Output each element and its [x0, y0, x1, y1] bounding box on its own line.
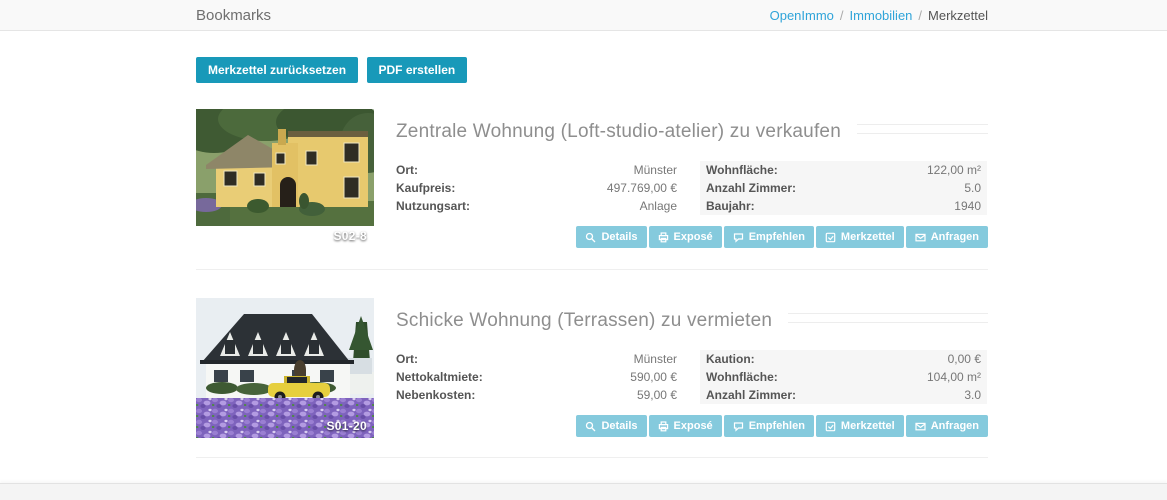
listing-divider — [196, 457, 988, 458]
detail-label: Nettokaltmiete: — [396, 370, 483, 384]
listing-details: Ort: Münster Nettokaltmiete: 590,00 € Nebe… — [396, 350, 988, 404]
yellow-house-illustration — [196, 109, 374, 226]
details-button[interactable]: Details — [576, 415, 647, 437]
recommend-button[interactable]: Empfehlen — [723, 415, 814, 437]
detail-label: Nutzungsart: — [396, 199, 470, 213]
speech-bubble-icon — [733, 232, 744, 243]
detail-row: Wohnfläche: 104,00 m² — [706, 368, 981, 386]
listing-divider — [196, 269, 988, 270]
detail-label: Ort: — [396, 352, 418, 366]
listing-details: Ort: Münster Kaufpreis: 497.769,00 € Nutzu… — [396, 161, 988, 215]
magnifier-icon — [585, 232, 596, 243]
detail-row: Kaution: 0,00 € — [706, 350, 981, 368]
detail-label: Anzahl Zimmer: — [706, 388, 797, 402]
recommend-button[interactable]: Empfehlen — [723, 226, 814, 248]
detail-label: Anzahl Zimmer: — [706, 181, 797, 195]
detail-label: Ort: — [396, 163, 418, 177]
listing-actions: Details Exposé Empfehlen Merkzettel Anfr… — [396, 415, 988, 437]
detail-label: Wohnfläche: — [706, 370, 778, 384]
printer-icon — [658, 231, 669, 243]
create-pdf-button[interactable]: PDF erstellen — [366, 57, 468, 83]
detail-row: Anzahl Zimmer: 5.0 — [706, 179, 981, 197]
detail-value: Münster — [633, 163, 677, 177]
expose-button[interactable]: Exposé — [648, 226, 722, 248]
detail-row: Baujahr: 1940 — [706, 197, 981, 215]
breadcrumb-current: Merkzettel — [928, 7, 988, 23]
reset-bookmarks-button[interactable]: Merkzettel zurücksetzen — [196, 57, 359, 83]
envelope-icon — [915, 232, 926, 243]
breadcrumb: OpenImmo / Immobilien / Merkzettel — [770, 8, 988, 23]
detail-row: Anzahl Zimmer: 3.0 — [706, 386, 981, 404]
check-square-icon — [825, 232, 836, 243]
topbar: Bookmarks OpenImmo / Immobilien / Merkzettel — [0, 0, 1167, 31]
listing-title: Zentrale Wohnung (Loft-studio-atelier) z… — [396, 121, 841, 142]
detail-label: Kaufpreis: — [396, 181, 456, 195]
breadcrumb-link-openimmo[interactable]: OpenImmo — [770, 8, 834, 23]
envelope-icon — [915, 421, 926, 432]
listing-item: S01-20 Schicke Wohnung (Terrassen) zu ve… — [196, 298, 988, 438]
photo-id-badge: S02-8 — [333, 229, 367, 243]
detail-value: 1940 — [954, 199, 981, 213]
bookmark-button[interactable]: Merkzettel — [815, 415, 904, 437]
breadcrumb-separator: / — [918, 7, 923, 23]
detail-label: Baujahr: — [706, 199, 755, 213]
speech-bubble-icon — [733, 421, 744, 432]
detail-value: 3.0 — [964, 388, 981, 402]
detail-value: 59,00 € — [636, 388, 677, 402]
decorative-double-line — [856, 124, 988, 134]
breadcrumb-separator: / — [839, 7, 844, 23]
detail-value: 122,00 m² — [926, 163, 981, 177]
property-photo[interactable]: S01-20 — [196, 298, 374, 438]
detail-value: Münster — [633, 352, 677, 366]
detail-value: 104,00 m² — [926, 370, 981, 384]
listing-title: Schicke Wohnung (Terrassen) zu vermieten — [396, 310, 773, 331]
expose-button[interactable]: Exposé — [648, 415, 722, 437]
detail-label: Kaution: — [706, 352, 755, 366]
printer-icon — [658, 420, 669, 432]
listing-actions: Details Exposé Empfehlen Merkzettel Anfr… — [396, 226, 988, 248]
detail-label: Wohnfläche: — [706, 163, 778, 177]
photo-id-badge: S01-20 — [326, 419, 367, 433]
detail-label: Nebenkosten: — [396, 388, 476, 402]
footer — [0, 483, 1167, 500]
inquiry-button[interactable]: Anfragen — [905, 415, 988, 437]
white-house-illustration — [196, 298, 374, 438]
detail-row: Ort: Münster — [396, 161, 677, 179]
detail-value: Anlage — [639, 199, 677, 213]
bookmark-button[interactable]: Merkzettel — [815, 226, 904, 248]
detail-row: Nettokaltmiete: 590,00 € — [396, 368, 677, 386]
magnifier-icon — [585, 421, 596, 432]
page-title: Bookmarks — [196, 6, 272, 24]
detail-row: Nutzungsart: Anlage — [396, 197, 677, 215]
detail-value: 5.0 — [964, 181, 981, 195]
detail-row: Ort: Münster — [396, 350, 677, 368]
detail-value: 590,00 € — [630, 370, 677, 384]
detail-value: 497.769,00 € — [606, 181, 677, 195]
details-button[interactable]: Details — [576, 226, 647, 248]
detail-row: Wohnfläche: 122,00 m² — [706, 161, 981, 179]
inquiry-button[interactable]: Anfragen — [905, 226, 988, 248]
property-photo[interactable]: S02-8 — [196, 109, 374, 248]
detail-row: Nebenkosten: 59,00 € — [396, 386, 677, 404]
listing-item: S02-8 Zentrale Wohnung (Loft-studio-atel… — [196, 109, 988, 248]
detail-row: Kaufpreis: 497.769,00 € — [396, 179, 677, 197]
decorative-double-line — [788, 313, 988, 323]
check-square-icon — [825, 421, 836, 432]
detail-value: 0,00 € — [947, 352, 981, 366]
breadcrumb-link-immobilien[interactable]: Immobilien — [850, 8, 913, 23]
toolbar: Merkzettel zurücksetzen PDF erstellen — [196, 57, 988, 83]
